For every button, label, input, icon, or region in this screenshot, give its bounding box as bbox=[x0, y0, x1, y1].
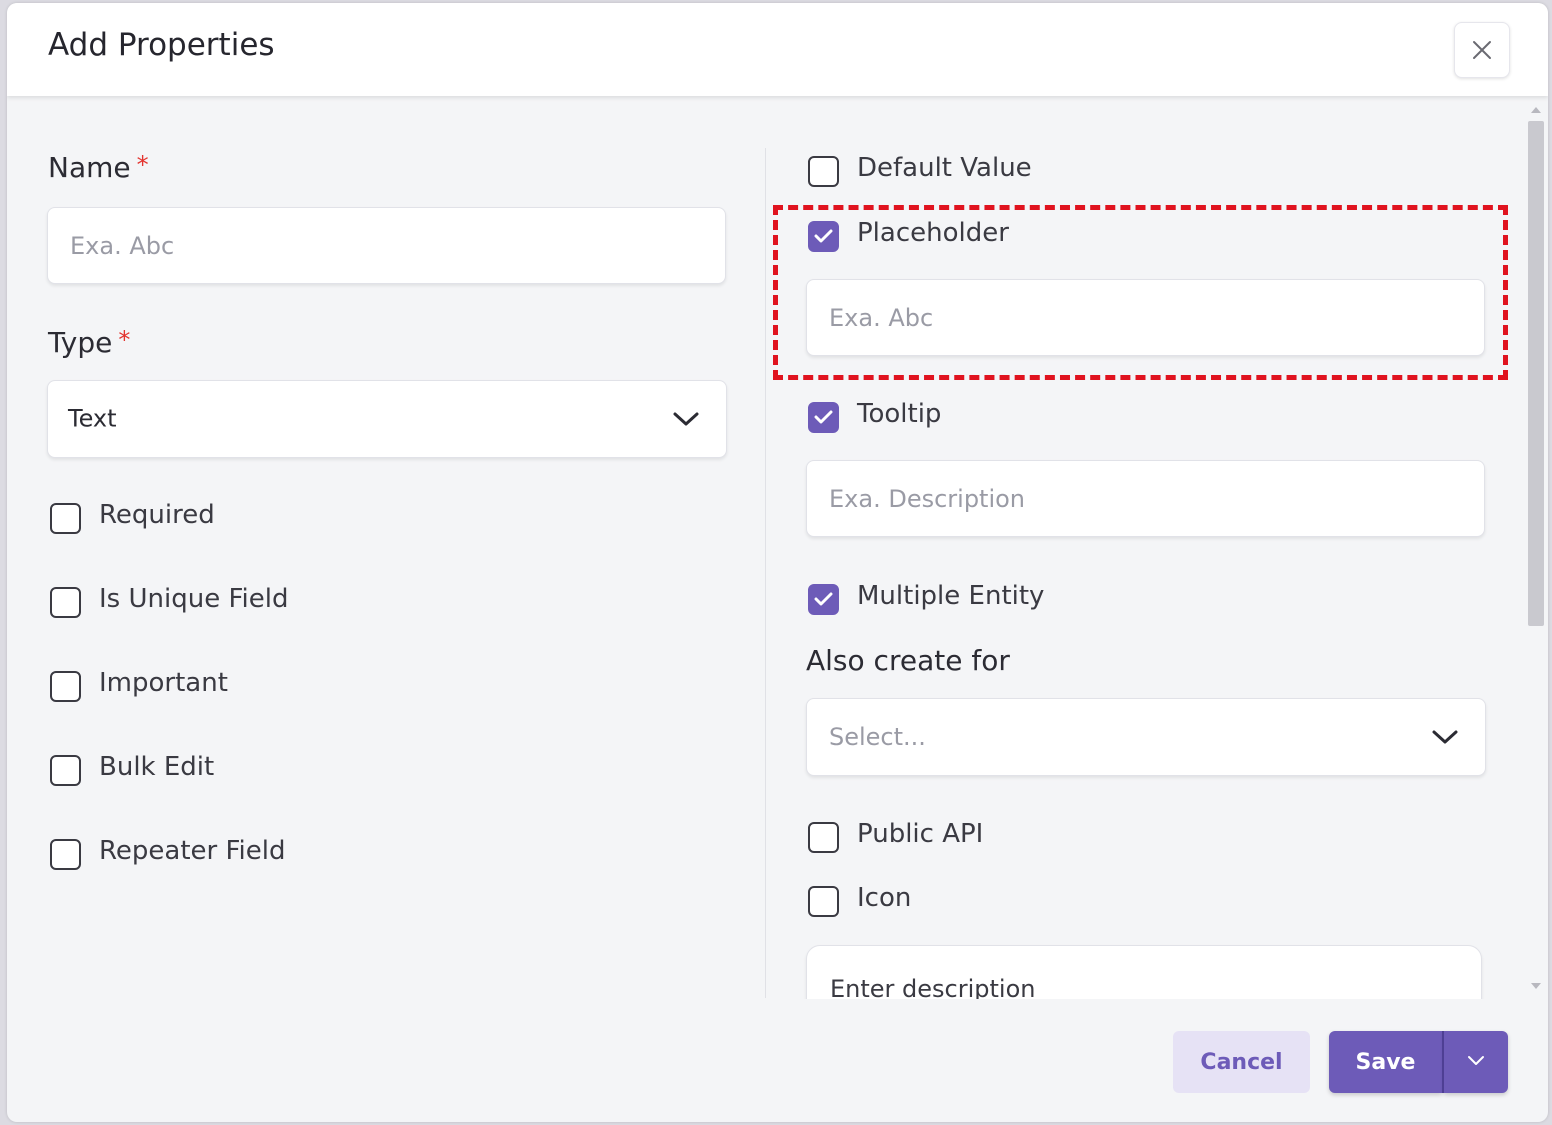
checkbox-box[interactable] bbox=[808, 584, 839, 615]
tooltip-input[interactable]: Exa. Description bbox=[806, 460, 1485, 537]
check-icon bbox=[814, 410, 833, 424]
chevron-down-icon bbox=[1432, 730, 1458, 744]
checkbox-label: Public API bbox=[857, 819, 984, 849]
also-create-for-select[interactable]: Select... bbox=[806, 698, 1486, 776]
save-button[interactable]: Save bbox=[1329, 1031, 1442, 1093]
column-divider bbox=[765, 148, 766, 998]
checkbox-label: Required bbox=[99, 500, 215, 530]
checkbox-box[interactable] bbox=[808, 886, 839, 917]
checkbox-label: Tooltip bbox=[857, 399, 942, 429]
checkbox-label: Important bbox=[99, 668, 228, 698]
also-create-for-label: Also create for bbox=[806, 644, 1010, 677]
checkbox-label: Multiple Entity bbox=[857, 581, 1045, 611]
checkbox-label: Default Value bbox=[857, 153, 1032, 183]
placeholder-highlight-box bbox=[773, 205, 1508, 380]
checkbox-box[interactable] bbox=[50, 587, 81, 618]
type-select-value: Text bbox=[68, 404, 117, 433]
scroll-thumb[interactable] bbox=[1528, 121, 1544, 626]
checkbox-box[interactable] bbox=[50, 755, 81, 786]
save-split-divider bbox=[1442, 1031, 1444, 1093]
save-options-dropdown-button[interactable] bbox=[1444, 1031, 1508, 1093]
add-properties-dialog: Add Properties Name * Exa. Abc Type * Text… bbox=[7, 3, 1548, 1122]
checkbox-label: Repeater Field bbox=[99, 836, 286, 866]
checkbox-label: Bulk Edit bbox=[99, 752, 215, 782]
scroll-up-arrow[interactable] bbox=[1531, 107, 1541, 113]
required-mark: * bbox=[118, 326, 131, 354]
dialog-title: Add Properties bbox=[48, 27, 275, 63]
tooltip-input-placeholder: Exa. Description bbox=[829, 484, 1026, 513]
cancel-button[interactable]: Cancel bbox=[1173, 1031, 1310, 1093]
close-button[interactable] bbox=[1454, 22, 1510, 78]
checkbox-label: Icon bbox=[857, 883, 912, 913]
name-label: Name * bbox=[48, 151, 149, 184]
close-icon bbox=[1473, 41, 1491, 59]
also-create-for-placeholder: Select... bbox=[829, 723, 926, 751]
chevron-down-icon bbox=[673, 412, 699, 426]
type-select[interactable]: Text bbox=[47, 380, 727, 458]
description-input-placeholder: Enter description bbox=[830, 975, 1036, 999]
checkbox-box[interactable] bbox=[50, 671, 81, 702]
name-input[interactable]: Exa. Abc bbox=[47, 207, 726, 284]
scroll-down-arrow[interactable] bbox=[1531, 983, 1541, 989]
name-input-placeholder: Exa. Abc bbox=[70, 231, 175, 260]
checkbox-label: Is Unique Field bbox=[99, 584, 289, 614]
checkbox-box[interactable] bbox=[808, 156, 839, 187]
checkbox-box[interactable] bbox=[50, 503, 81, 534]
checkbox-box[interactable] bbox=[808, 822, 839, 853]
chevron-down-icon bbox=[1468, 1056, 1484, 1065]
check-icon bbox=[814, 592, 833, 606]
body-scrollbar[interactable] bbox=[1524, 99, 1548, 999]
description-input[interactable]: Enter description bbox=[806, 945, 1482, 999]
checkbox-box[interactable] bbox=[50, 839, 81, 870]
type-label: Type * bbox=[48, 326, 131, 359]
required-mark: * bbox=[136, 151, 149, 179]
checkbox-box[interactable] bbox=[808, 402, 839, 433]
dialog-header: Add Properties bbox=[7, 3, 1548, 96]
